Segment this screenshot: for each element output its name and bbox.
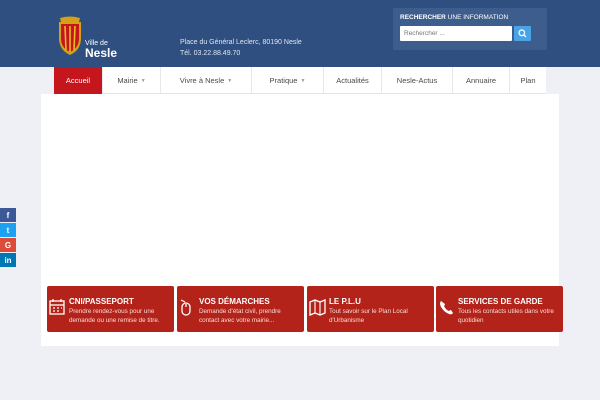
social-share-bar: f t G in bbox=[0, 208, 16, 268]
facebook-icon[interactable]: f bbox=[0, 208, 16, 222]
nav-item-mairie[interactable]: Mairie ▼ bbox=[103, 67, 161, 94]
card-cni-passeport[interactable]: CNI/PASSEPORT Prendre rendez-vous pour u… bbox=[47, 286, 174, 332]
nav-item-vivre-a-nesle[interactable]: Vivre à Nesle ▼ bbox=[161, 67, 252, 94]
nav-item-accueil[interactable]: Accueil bbox=[54, 67, 103, 94]
card-title: VOS DÉMARCHES bbox=[199, 297, 270, 306]
calendar-icon bbox=[49, 299, 65, 315]
nav-item-nesle-actus[interactable]: Nesle-Actus bbox=[382, 67, 453, 94]
google-plus-icon[interactable]: G bbox=[0, 238, 16, 252]
map-icon bbox=[309, 299, 326, 316]
logo-name: Nesle bbox=[85, 46, 118, 60]
card-description: Tout savoir sur le Plan Local d'Urbanism… bbox=[329, 308, 408, 324]
chevron-down-icon: ▼ bbox=[300, 77, 306, 84]
card-le-plu[interactable]: LE P.L.U Tout savoir sur le Plan Local d… bbox=[307, 286, 434, 332]
contact-address: Place du Général Leclerc, 80190 Nesle Té… bbox=[180, 37, 302, 59]
mouse-icon bbox=[180, 299, 191, 316]
search-panel: RECHERCHER UNE INFORMATION bbox=[393, 8, 547, 50]
nav-item-pratique[interactable]: Pratique ▼ bbox=[252, 67, 324, 94]
coat-of-arms-icon bbox=[59, 16, 81, 55]
chevron-down-icon: ▼ bbox=[227, 77, 233, 84]
card-vos-demarches[interactable]: VOS DÉMARCHES Demande d'état civil, pren… bbox=[177, 286, 304, 332]
site-logo[interactable]: Ville de Nesle bbox=[55, 16, 118, 60]
card-description: Tous les contacts utiles dans votre quot… bbox=[458, 308, 554, 324]
main-nav: Accueil Mairie ▼ Vivre à Nesle ▼ Pratique ▼… bbox=[54, 67, 546, 94]
linkedin-icon[interactable]: in bbox=[0, 253, 16, 267]
address-line: Place du Général Leclerc, 80190 Nesle bbox=[180, 39, 302, 46]
search-button[interactable] bbox=[514, 26, 531, 41]
card-description: Demande d'état civil, prendre contact av… bbox=[199, 308, 281, 324]
search-input[interactable] bbox=[400, 26, 512, 41]
search-title: RECHERCHER UNE INFORMATION bbox=[400, 14, 509, 21]
card-description: Prendre rendez-vous pour une demande ou … bbox=[69, 308, 160, 324]
phone-line: Tél. 03.22.88.49.70 bbox=[180, 50, 241, 57]
chevron-down-icon: ▼ bbox=[140, 77, 146, 84]
card-title: LE P.L.U bbox=[329, 297, 361, 306]
site-header: Ville de Nesle Place du Général Leclerc,… bbox=[0, 0, 600, 67]
nav-item-actualites[interactable]: Actualités bbox=[324, 67, 382, 94]
search-icon bbox=[518, 29, 527, 38]
twitter-icon[interactable]: t bbox=[0, 223, 16, 237]
card-title: SERVICES DE GARDE bbox=[458, 297, 543, 306]
card-title: CNI/PASSEPORT bbox=[69, 297, 134, 306]
phone-icon bbox=[440, 301, 453, 315]
nav-item-plan[interactable]: Plan bbox=[510, 67, 546, 94]
nav-item-annuaire[interactable]: Annuaire bbox=[453, 67, 510, 94]
card-services-de-garde[interactable]: SERVICES DE GARDE Tous les contacts util… bbox=[436, 286, 563, 332]
